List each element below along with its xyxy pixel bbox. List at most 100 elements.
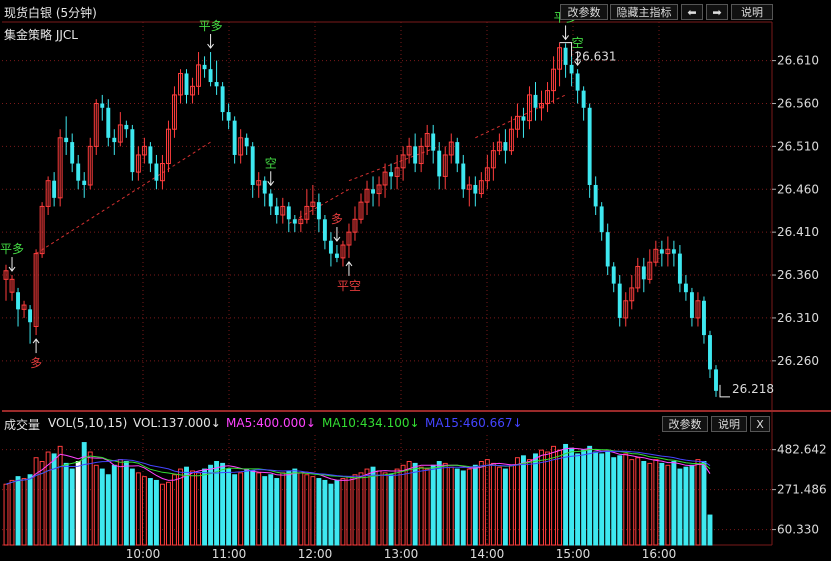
volume-bar — [286, 470, 292, 546]
volume-bar — [21, 478, 27, 546]
signal-label: 多 — [30, 356, 42, 370]
volume-bar — [400, 464, 406, 546]
volume-bar — [268, 474, 274, 546]
volume-bar — [190, 470, 195, 546]
vol-help-button[interactable]: 说明 — [711, 416, 747, 432]
title-bar: 现货白银 (5分钟) 改参数 隐藏主指标 ⬅ ➡ 说明 — [0, 0, 831, 22]
candle-body-down — [112, 137, 117, 143]
candle-body-down — [533, 94, 538, 108]
signal-label: 平空 — [337, 279, 361, 293]
vol-tick-label: 60.330 — [777, 523, 819, 537]
volume-bar — [376, 470, 382, 546]
strategy-label: 集金策略 JJCL — [4, 28, 78, 42]
low-marker — [719, 384, 730, 398]
candle-body-down — [76, 163, 81, 181]
price-tick-label: 26.560 — [777, 96, 819, 110]
volume-bar — [599, 453, 605, 546]
volume-bar — [364, 468, 370, 546]
volume-bar — [202, 468, 208, 546]
volume-bar — [63, 462, 69, 546]
hide-main-indicator-button[interactable]: 隐藏主指标 — [610, 4, 678, 20]
candle-body-down — [714, 369, 718, 391]
volume-bar — [153, 479, 159, 546]
volume-bar — [707, 514, 713, 546]
volume-bar — [454, 468, 460, 546]
volume-bar — [184, 466, 189, 546]
time-tick-label: 10:00 — [126, 547, 161, 561]
time-tick-label: 11:00 — [212, 547, 247, 561]
volume-bar — [551, 445, 556, 546]
ma5-line — [5, 447, 711, 485]
vol-tick-label: 271.486 — [777, 483, 827, 497]
volume-bar — [647, 462, 653, 546]
volume-bar — [581, 449, 587, 546]
volume-bar — [623, 453, 629, 546]
candle-body-down — [124, 124, 129, 130]
ma15-value: MA15:460.667↓ — [425, 416, 523, 430]
volume-bar — [75, 461, 81, 546]
volume-bar — [9, 479, 15, 546]
volume-bar — [27, 474, 33, 546]
edit-params-button[interactable]: 改参数 — [560, 4, 608, 20]
volume-bar — [238, 472, 244, 546]
candle-body-down — [593, 184, 598, 207]
time-tick-label: 13:00 — [384, 547, 419, 561]
candle-body-down — [575, 73, 580, 91]
volume-bar — [69, 468, 75, 546]
volume-bar — [105, 474, 111, 546]
volume-bar — [557, 449, 563, 546]
trend-line — [475, 94, 566, 139]
candle-body-down — [82, 180, 87, 185]
volume-bar — [298, 472, 304, 546]
volume-bar — [262, 476, 268, 546]
candle-body-down — [244, 137, 249, 147]
vol-edit-params-button[interactable]: 改参数 — [662, 416, 708, 432]
candle-body-down — [232, 120, 237, 155]
volume-bar — [412, 462, 418, 546]
volume-bar — [172, 474, 177, 546]
volume-bar — [394, 468, 400, 546]
volume-bar — [593, 451, 599, 546]
volume-bar — [358, 472, 364, 546]
candle-body-down — [262, 180, 267, 194]
volume-bar — [370, 466, 376, 546]
volume-bar — [478, 461, 484, 546]
vol-close-icon[interactable]: X — [750, 416, 770, 432]
volume-bar — [226, 468, 232, 546]
volume-bar — [346, 476, 352, 546]
help-button[interactable]: 说明 — [731, 4, 773, 20]
volume-bar — [244, 468, 250, 546]
candle-body-down — [286, 206, 291, 220]
volume-bar — [641, 461, 647, 546]
candle-body-down — [605, 232, 610, 267]
volume-bar — [659, 462, 665, 546]
volume-bar — [514, 457, 520, 546]
volume-bar — [256, 472, 262, 546]
low-price-label: 26.218 — [732, 382, 774, 396]
candle-body-down — [659, 249, 664, 254]
scroll-left-icon[interactable]: ⬅ — [681, 4, 703, 20]
time-tick-label: 12:00 — [298, 547, 333, 561]
volume-bar — [442, 462, 448, 546]
candle-body-down — [702, 300, 706, 336]
candle-body-down — [617, 283, 622, 318]
volume-bar — [533, 453, 538, 546]
candle-body-down — [437, 150, 442, 177]
volume-bar — [57, 445, 63, 546]
scroll-right-icon[interactable]: ➡ — [706, 4, 728, 20]
volume-bar — [436, 461, 442, 546]
volume-bar — [111, 464, 117, 546]
candle-body-down — [184, 73, 189, 95]
volume-bar — [166, 481, 171, 546]
signal-label: 空 — [265, 156, 277, 170]
volume-bar — [563, 443, 569, 546]
volume-bar — [310, 476, 316, 546]
time-tick-label: 14:00 — [470, 547, 505, 561]
volume-bar — [418, 466, 424, 546]
volume-bar — [352, 474, 358, 546]
time-tick-label: 15:00 — [556, 547, 591, 561]
price-tick-label: 26.410 — [777, 225, 819, 239]
candle-body-down — [268, 193, 273, 207]
candle-body-down — [130, 129, 135, 173]
candle-body-down — [214, 82, 219, 87]
